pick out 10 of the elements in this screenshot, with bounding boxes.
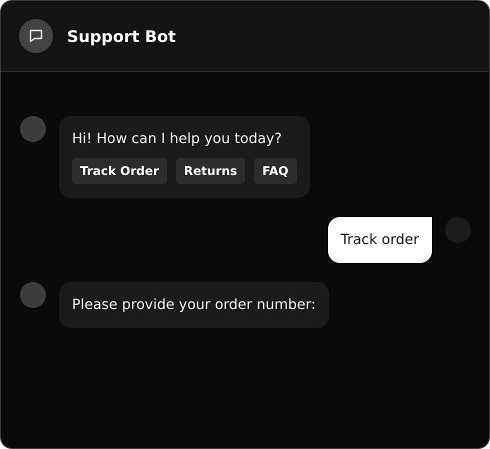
bot-avatar [20, 116, 46, 142]
chat-bubble-icon [19, 19, 53, 53]
bot-avatar [20, 282, 46, 308]
message-bubble: Track order [328, 217, 432, 263]
chat-title: Support Bot [67, 26, 176, 46]
quick-reply-button[interactable]: FAQ [254, 158, 296, 184]
message-text: Hi! How can I help you today? [72, 130, 283, 148]
message-bubble: Please provide your order number: [59, 282, 329, 328]
quick-reply-button[interactable]: Track Order [72, 158, 167, 184]
quick-reply-button[interactable]: Returns [176, 158, 246, 184]
